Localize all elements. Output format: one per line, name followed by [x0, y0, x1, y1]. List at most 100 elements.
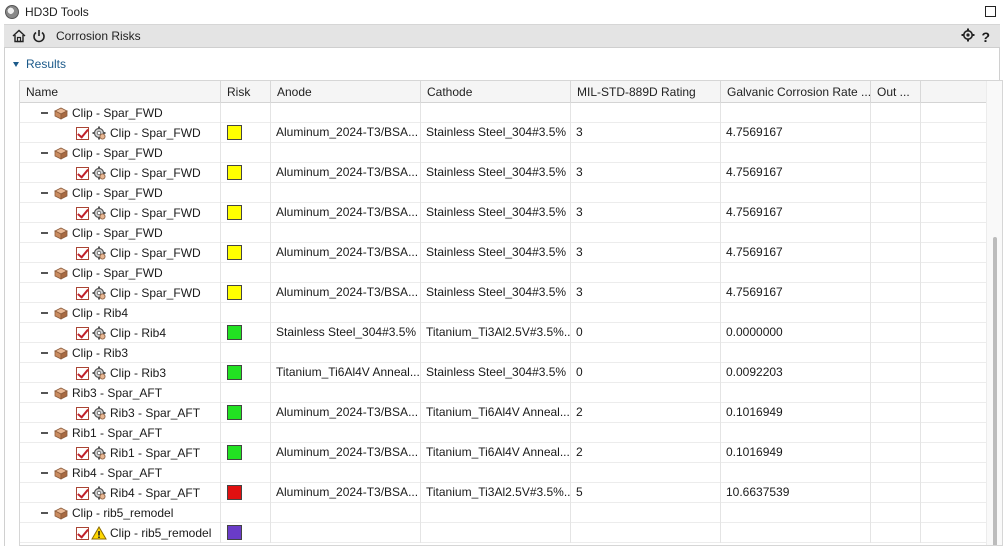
column-header-rating[interactable]: MIL-STD-889D Rating [571, 81, 721, 103]
checkbox-checked-icon[interactable] [76, 446, 89, 460]
risk-cell [221, 323, 271, 343]
node-label: Rib3 - Spar_AFT [72, 385, 163, 400]
checkbox-checked-icon[interactable] [76, 326, 89, 340]
tree-group-row[interactable]: Clip - Spar_FWD [20, 183, 986, 203]
checkbox-checked-icon[interactable] [76, 206, 89, 220]
settings-gear-icon[interactable] [961, 28, 975, 45]
checkbox-checked-icon[interactable] [76, 526, 89, 540]
column-header-name[interactable]: Name [20, 81, 221, 103]
table-row[interactable]: Rib3 - Spar_AFT Aluminum_2024-T3/BSA... Ti… [20, 403, 986, 423]
rating-cell [571, 523, 721, 543]
tree-group-row[interactable]: Rib4 - Spar_AFT [20, 463, 986, 483]
assembly-gear-icon [91, 126, 107, 140]
power-icon[interactable] [30, 27, 48, 45]
part-cube-icon [53, 306, 69, 320]
collapse-minus-icon[interactable] [40, 309, 49, 318]
out-cell [871, 523, 921, 543]
table-row[interactable]: Clip - Spar_FWD Aluminum_2024-T3/BSA... St… [20, 283, 986, 303]
anode-cell: Titanium_Ti6Al4V Anneal... [271, 363, 421, 383]
blank-cell [921, 403, 986, 423]
collapse-minus-icon[interactable] [40, 149, 49, 158]
checkbox-checked-icon[interactable] [76, 486, 89, 500]
table-row[interactable]: Rib1 - Spar_AFT Aluminum_2024-T3/BSA... Ti… [20, 443, 986, 463]
anode-cell: Aluminum_2024-T3/BSA... [271, 283, 421, 303]
tree-group-row[interactable]: Clip - Spar_FWD [20, 223, 986, 243]
table-row[interactable]: Clip - Spar_FWD Aluminum_2024-T3/BSA... St… [20, 123, 986, 143]
risk-cell [221, 383, 271, 403]
tree-group-row[interactable]: Clip - rib5_remodel [20, 503, 986, 523]
part-cube-icon [53, 146, 69, 160]
name-cell: Clip - rib5_remodel [20, 503, 221, 523]
tree-group-row[interactable]: Clip - Spar_FWD [20, 263, 986, 283]
vertical-scrollbar[interactable] [986, 81, 1002, 545]
out-cell [871, 363, 921, 383]
assembly-gear-icon [91, 446, 107, 460]
checkbox-checked-icon[interactable] [76, 366, 89, 380]
collapse-minus-icon[interactable] [40, 389, 49, 398]
collapse-minus-icon[interactable] [40, 469, 49, 478]
cathode-cell: Stainless Steel_304#3.5% ... [421, 283, 571, 303]
app-logo-icon [5, 5, 19, 19]
table-row[interactable]: Clip - Rib4 Stainless Steel_304#3.5% ... T… [20, 323, 986, 343]
tree-group-row[interactable]: Clip - Rib4 [20, 303, 986, 323]
risk-cell [221, 203, 271, 223]
help-icon[interactable]: ? [981, 29, 990, 45]
tree-group-row[interactable]: Clip - Spar_FWD [20, 143, 986, 163]
checkbox-checked-icon[interactable] [76, 126, 89, 140]
window-title: HD3D Tools [25, 5, 89, 19]
assembly-gear-icon [91, 166, 107, 180]
rating-cell: 2 [571, 443, 721, 463]
home-icon[interactable] [10, 27, 28, 45]
name-cell: Clip - Spar_FWD [20, 263, 221, 283]
tree-group-row[interactable]: Rib3 - Spar_AFT [20, 383, 986, 403]
risk-cell [221, 283, 271, 303]
rating-cell [571, 343, 721, 363]
anode-cell: Aluminum_2024-T3/BSA... [271, 123, 421, 143]
checkbox-checked-icon[interactable] [76, 246, 89, 260]
out-cell [871, 383, 921, 403]
column-header-corrosion-rate[interactable]: Galvanic Corrosion Rate ... [721, 81, 871, 103]
tree-group-row[interactable]: Clip - Spar_FWD [20, 103, 986, 123]
column-header-anode[interactable]: Anode [271, 81, 421, 103]
out-cell [871, 283, 921, 303]
table-row[interactable]: Clip - rib5_remodel [20, 523, 986, 543]
checkbox-checked-icon[interactable] [76, 166, 89, 180]
out-cell [871, 143, 921, 163]
collapse-minus-icon[interactable] [40, 509, 49, 518]
anode-cell: Aluminum_2024-T3/BSA... [271, 403, 421, 423]
column-header-blank [921, 81, 986, 103]
tree-group-row[interactable]: Rib1 - Spar_AFT [20, 423, 986, 443]
column-header-out[interactable]: Out ... [871, 81, 921, 103]
tree-group-row[interactable]: Clip - Rib3 [20, 343, 986, 363]
cathode-cell: Titanium_Ti3Al2.5V#3.5%... [421, 483, 571, 503]
cathode-cell [421, 463, 571, 483]
collapse-minus-icon[interactable] [40, 269, 49, 278]
column-header-cathode[interactable]: Cathode [421, 81, 571, 103]
cathode-cell: Stainless Steel_304#3.5% ... [421, 123, 571, 143]
name-cell: Rib4 - Spar_AFT [20, 463, 221, 483]
collapse-minus-icon[interactable] [40, 229, 49, 238]
collapse-minus-icon[interactable] [40, 349, 49, 358]
anode-cell [271, 503, 421, 523]
table-row[interactable]: Clip - Spar_FWD Aluminum_2024-T3/BSA... St… [20, 203, 986, 223]
collapse-minus-icon[interactable] [40, 109, 49, 118]
table-row[interactable]: Clip - Spar_FWD Aluminum_2024-T3/BSA... St… [20, 243, 986, 263]
node-label: Clip - Spar_FWD [72, 105, 163, 120]
checkbox-checked-icon[interactable] [76, 286, 89, 300]
table-row[interactable]: Clip - Spar_FWD Aluminum_2024-T3/BSA... St… [20, 163, 986, 183]
scrollbar-thumb[interactable] [993, 237, 997, 545]
warning-icon [91, 526, 107, 540]
collapse-minus-icon[interactable] [40, 189, 49, 198]
node-label: Clip - Spar_FWD [110, 205, 201, 220]
out-cell [871, 463, 921, 483]
anode-cell [271, 263, 421, 283]
maximize-button[interactable] [985, 6, 996, 17]
checkbox-checked-icon[interactable] [76, 406, 89, 420]
collapse-minus-icon[interactable] [40, 429, 49, 438]
table-row[interactable]: Clip - Rib3 Titanium_Ti6Al4V Anneal... Sta… [20, 363, 986, 383]
results-section-toggle[interactable]: Results [13, 56, 66, 72]
out-cell [871, 243, 921, 263]
table-row[interactable]: Rib4 - Spar_AFT Aluminum_2024-T3/BSA... Ti… [20, 483, 986, 503]
node-label: Clip - rib5_remodel [72, 505, 174, 520]
column-header-risk[interactable]: Risk [221, 81, 271, 103]
